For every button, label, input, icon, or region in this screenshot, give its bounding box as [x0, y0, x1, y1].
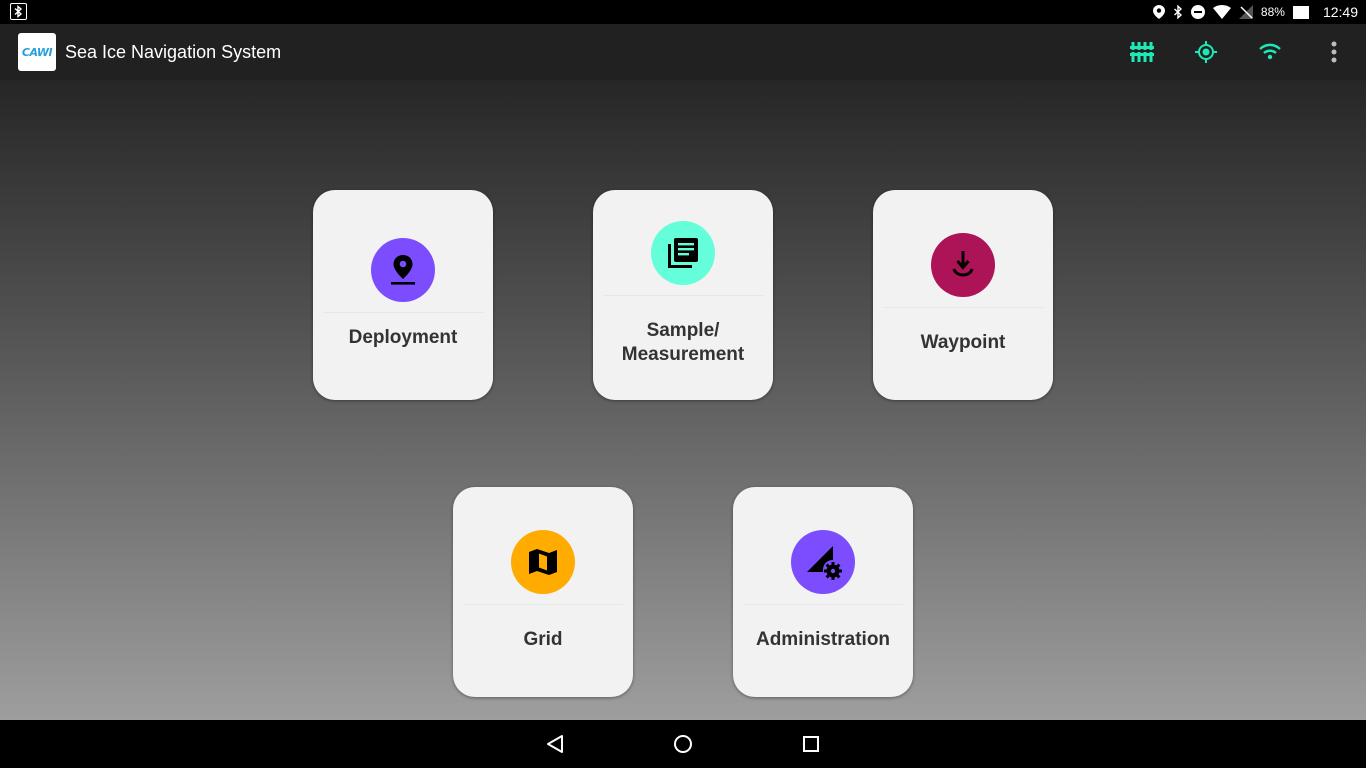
battery-icon — [1292, 5, 1309, 19]
no-signal-icon — [1238, 5, 1253, 19]
anchor-down-icon — [931, 233, 995, 297]
signal-settings-icon — [791, 530, 855, 594]
tile-administration-label: Administration — [755, 629, 891, 650]
back-icon[interactable] — [543, 732, 567, 756]
home-icon[interactable] — [671, 732, 695, 756]
tile-sample-measurement[interactable]: Sample/ Measurement — [593, 190, 773, 400]
wifi-status-icon[interactable] — [1238, 24, 1302, 80]
bluetooth-notification-icon — [10, 3, 27, 20]
gps-fix-icon[interactable] — [1174, 24, 1238, 80]
tile-deployment[interactable]: Deployment — [313, 190, 493, 400]
wifi-icon — [1212, 5, 1231, 19]
app-title: Sea Ice Navigation System — [65, 42, 282, 62]
tile-waypoint-label: Waypoint — [920, 332, 1006, 353]
place-pin-icon — [371, 238, 435, 302]
system-nav-bar — [0, 720, 1366, 768]
recents-icon[interactable] — [799, 732, 823, 756]
clock: 12:49 — [1322, 4, 1358, 20]
status-bar: 88% 12:49 — [0, 0, 1366, 24]
sensor-array-icon[interactable] — [1110, 24, 1174, 80]
map-icon — [511, 530, 575, 594]
app-logo-text: CAWI — [21, 45, 53, 59]
do-not-disturb-icon — [1190, 5, 1205, 19]
overflow-menu-icon[interactable] — [1302, 24, 1366, 80]
location-icon — [1152, 5, 1165, 19]
tile-sample-label-line2: Measurement — [621, 344, 745, 365]
library-books-icon — [651, 221, 715, 285]
app-logo: CAWI — [18, 33, 56, 71]
tile-grid-label: Grid — [523, 629, 563, 650]
tile-waypoint[interactable]: Waypoint — [873, 190, 1053, 400]
tile-administration[interactable]: Administration — [733, 487, 913, 697]
battery-percent: 88% — [1260, 5, 1285, 19]
app-bar: CAWI Sea Ice Navigation System — [0, 24, 1366, 80]
tile-grid[interactable]: Grid — [453, 487, 633, 697]
tile-sample-label-line1: Sample/ — [646, 320, 720, 341]
bluetooth-icon — [1173, 5, 1183, 19]
tile-deployment-label: Deployment — [348, 327, 458, 348]
main-content: Deployment Sample/ Measurement Waypoint … — [0, 80, 1366, 720]
